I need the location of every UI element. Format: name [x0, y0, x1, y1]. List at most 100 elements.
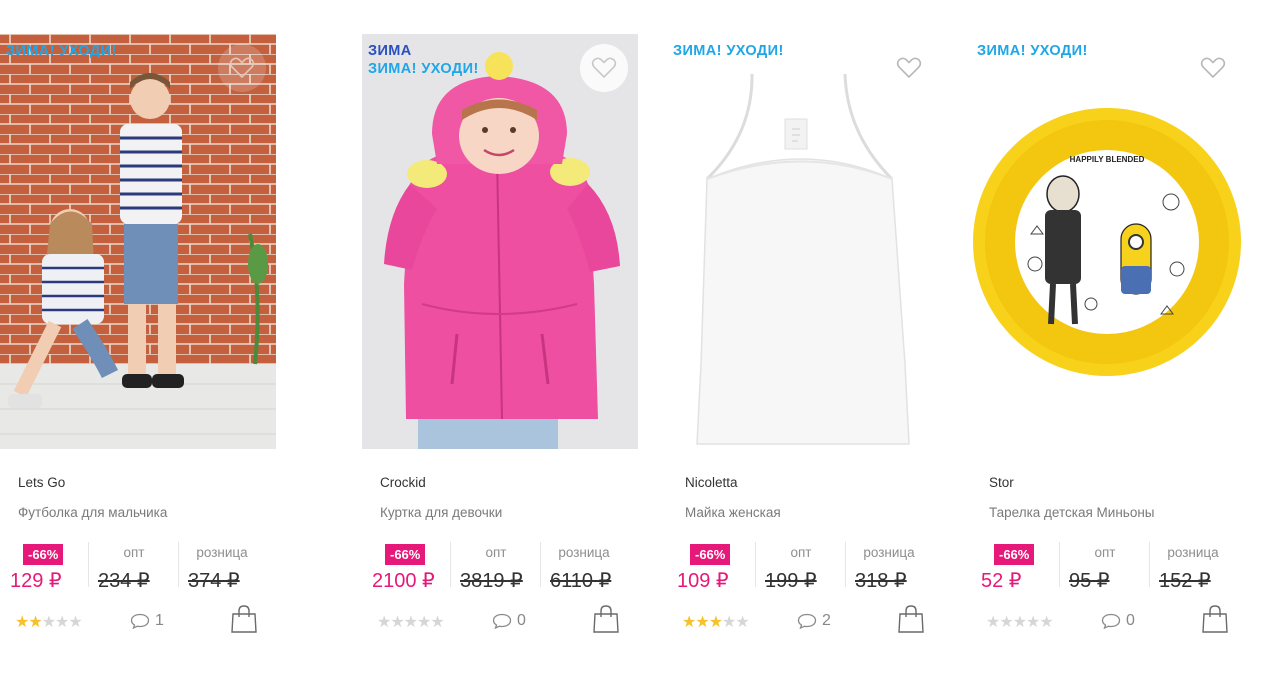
product-card[interactable]: ЗИМА! УХОДИ! Nicoletta Майка женская -66…	[667, 34, 943, 644]
heart-outline-icon	[591, 57, 617, 79]
comments-count: 2	[822, 612, 831, 629]
discount-badge: -66%	[385, 544, 426, 565]
star-icon[interactable]: ★	[695, 614, 709, 631]
star-icon[interactable]: ★	[15, 614, 29, 631]
star-icon[interactable]: ★	[999, 614, 1013, 631]
product-image[interactable]	[667, 34, 943, 449]
wholesale-label: опт	[1094, 545, 1116, 560]
star-icon[interactable]: ★	[430, 614, 444, 631]
product-brand[interactable]: Crockid	[380, 475, 426, 490]
favorite-button[interactable]	[218, 44, 266, 92]
rating-stars[interactable]: ★★★★★	[15, 614, 83, 632]
speech-bubble-icon	[130, 613, 150, 629]
plate-caption: HAPPILY BLENDED	[1070, 155, 1145, 164]
star-icon[interactable]: ★	[417, 614, 431, 631]
retail-label: розница	[196, 545, 248, 560]
sale-price: 52 ₽	[981, 570, 1022, 592]
comments-count: 1	[155, 612, 164, 629]
retail-price: 318 ₽	[855, 570, 907, 592]
favorite-button[interactable]	[580, 44, 628, 92]
divider	[1059, 542, 1060, 587]
shopping-bag-icon[interactable]	[1201, 604, 1229, 634]
star-icon[interactable]: ★	[1026, 614, 1040, 631]
star-icon[interactable]: ★	[68, 614, 82, 631]
shopping-bag-icon[interactable]	[897, 604, 925, 634]
wholesale-price: 234 ₽	[98, 570, 150, 592]
promo-badge: ЗИМА! УХОДИ!	[977, 42, 1088, 60]
star-icon[interactable]: ★	[986, 614, 1000, 631]
discount-badge: -66%	[23, 544, 64, 565]
promo-label: ЗИМА! УХОДИ!	[977, 43, 1088, 59]
product-brand[interactable]: Lets Go	[18, 475, 65, 490]
product-image[interactable]	[0, 34, 276, 449]
product-brand[interactable]: Nicoletta	[685, 475, 738, 490]
product-card[interactable]: HAPPILY BLENDED ЗИМА! УХОДИ! Stor Тарелк…	[971, 34, 1247, 644]
wholesale-price: 199 ₽	[765, 570, 817, 592]
star-icon[interactable]: ★	[1039, 614, 1053, 631]
divider	[540, 542, 541, 587]
favorite-button[interactable]	[885, 44, 933, 92]
product-title[interactable]: Тарелка детская Миньоны	[989, 505, 1155, 520]
star-icon[interactable]: ★	[1013, 614, 1027, 631]
heart-outline-icon	[229, 57, 255, 79]
star-icon[interactable]: ★	[735, 614, 749, 631]
wholesale-price: 3819 ₽	[460, 570, 523, 592]
promo-label: ЗИМА! УХОДИ!	[6, 43, 117, 59]
star-icon[interactable]: ★	[28, 614, 42, 631]
divider	[178, 542, 179, 587]
star-icon[interactable]: ★	[722, 614, 736, 631]
product-image[interactable]	[362, 34, 638, 449]
promo-badge: ЗИМА! УХОДИ!	[673, 42, 784, 60]
sale-price: 109 ₽	[677, 570, 729, 592]
product-card[interactable]: ЗИМА! УХОДИ! Lets Go Футболка для мальчи…	[0, 34, 276, 644]
promo-label: ЗИМА! УХОДИ!	[673, 43, 784, 59]
divider	[755, 542, 756, 587]
divider	[1149, 542, 1150, 587]
rating-stars[interactable]: ★★★★★	[682, 614, 750, 632]
comments-link[interactable]: 1	[130, 612, 164, 630]
star-icon[interactable]: ★	[682, 614, 696, 631]
retail-price: 6110 ₽	[550, 570, 612, 592]
star-icon[interactable]: ★	[709, 614, 723, 631]
star-icon[interactable]: ★	[42, 614, 56, 631]
divider	[88, 542, 89, 587]
rating-stars[interactable]: ★★★★★	[986, 614, 1054, 632]
star-icon[interactable]: ★	[55, 614, 69, 631]
rating-stars[interactable]: ★★★★★	[377, 614, 445, 632]
comments-link[interactable]: 2	[797, 612, 831, 630]
retail-label: розница	[558, 545, 610, 560]
comments-link[interactable]: 0	[1101, 612, 1135, 630]
shopping-bag-icon[interactable]	[592, 604, 620, 634]
divider	[845, 542, 846, 587]
promo-badge: ЗИМА ЗИМА! УХОДИ!	[368, 42, 479, 78]
product-title[interactable]: Майка женская	[685, 505, 781, 520]
product-brand[interactable]: Stor	[989, 475, 1014, 490]
retail-price: 152 ₽	[1159, 570, 1211, 592]
comments-count: 0	[1126, 612, 1135, 629]
promo-label: ЗИМА! УХОДИ!	[368, 61, 479, 77]
wholesale-price: 95 ₽	[1069, 570, 1110, 592]
divider	[450, 542, 451, 587]
promo-badge: ЗИМА! УХОДИ!	[6, 42, 117, 60]
retail-label: розница	[863, 545, 915, 560]
discount-badge: -66%	[994, 544, 1035, 565]
favorite-button[interactable]	[1189, 44, 1237, 92]
retail-label: розница	[1167, 545, 1219, 560]
speech-bubble-icon	[492, 613, 512, 629]
promo-label: ЗИМА	[368, 43, 412, 59]
wholesale-label: опт	[485, 545, 507, 560]
star-icon[interactable]: ★	[390, 614, 404, 631]
product-title[interactable]: Футболка для мальчика	[18, 505, 167, 520]
discount-badge: -66%	[690, 544, 731, 565]
heart-outline-icon	[1200, 57, 1226, 79]
wholesale-label: опт	[123, 545, 145, 560]
star-icon[interactable]: ★	[404, 614, 418, 631]
product-title[interactable]: Куртка для девочки	[380, 505, 502, 520]
product-image[interactable]: HAPPILY BLENDED	[971, 34, 1247, 449]
speech-bubble-icon	[797, 613, 817, 629]
comments-link[interactable]: 0	[492, 612, 526, 630]
wholesale-label: опт	[790, 545, 812, 560]
product-card[interactable]: ЗИМА ЗИМА! УХОДИ! Crockid Куртка для дев…	[362, 34, 638, 644]
star-icon[interactable]: ★	[377, 614, 391, 631]
shopping-bag-icon[interactable]	[230, 604, 258, 634]
